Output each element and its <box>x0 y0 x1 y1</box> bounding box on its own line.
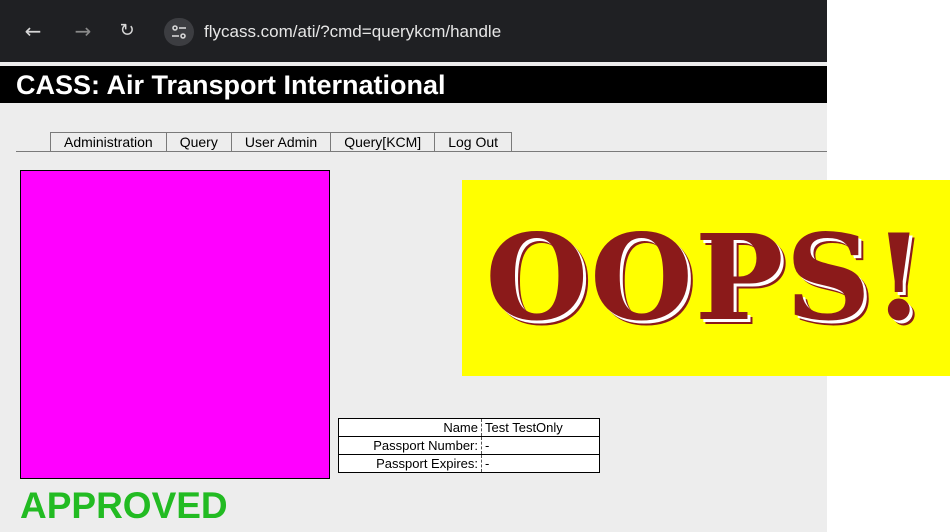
back-arrow-icon[interactable]: ← <box>22 20 44 42</box>
oops-text: OOPS! <box>485 208 927 347</box>
crew-info-table: Name Test TestOnly Passport Number: - Pa… <box>338 418 600 473</box>
address-bar[interactable]: flycass.com/ati/?cmd=querykcm/handle <box>204 20 501 44</box>
browser-toolbar: ← → ↻ flycass.com/ati/?cmd=querykcm/hand… <box>0 0 827 62</box>
name-label: Name <box>338 418 482 437</box>
app-title-bar: CASS: Air Transport International <box>0 66 827 103</box>
passport-expires-value: - <box>481 454 600 473</box>
main-menu: Administration Query User Admin Query[KC… <box>50 132 513 152</box>
menu-item-log-out[interactable]: Log Out <box>435 132 513 152</box>
page-title: CASS: Air Transport International <box>16 70 446 100</box>
tune-icon <box>172 25 186 39</box>
menu-divider <box>16 151 827 152</box>
passport-expires-label: Passport Expires: <box>338 454 482 473</box>
reload-icon[interactable]: ↻ <box>116 20 138 42</box>
menu-item-query-kcm[interactable]: Query[KCM] <box>331 132 436 152</box>
menu-item-administration[interactable]: Administration <box>51 132 167 152</box>
crew-photo-placeholder <box>20 170 330 479</box>
approval-status: APPROVED <box>20 485 228 526</box>
table-row: Passport Number: - <box>338 436 600 455</box>
forward-arrow-icon[interactable]: → <box>72 20 94 42</box>
table-row: Passport Expires: - <box>338 454 600 473</box>
name-value: Test TestOnly <box>485 420 563 435</box>
passport-number-label: Passport Number: <box>338 436 482 455</box>
table-row: Name Test TestOnly <box>338 418 600 437</box>
passport-number-value: - <box>481 436 600 455</box>
oops-banner: OOPS! <box>462 180 950 376</box>
menu-item-user-admin[interactable]: User Admin <box>231 132 332 152</box>
menu-item-query[interactable]: Query <box>166 132 232 152</box>
site-info-button[interactable] <box>164 18 194 46</box>
